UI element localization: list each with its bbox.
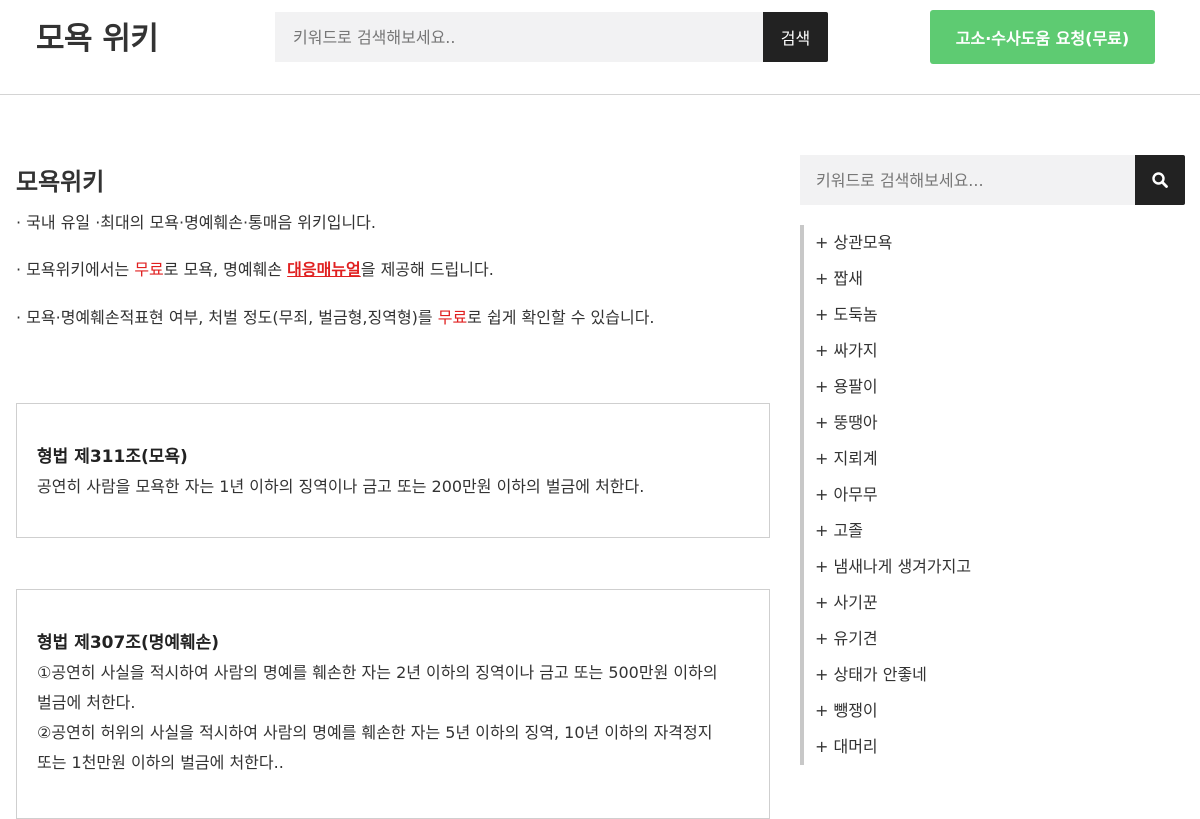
sidebar-item[interactable]: + 상태가 안좋네: [804, 657, 1100, 693]
law-box-defamation: 형법 제307조(명예훼손) ①공연히 사실을 적시하여 사람의 명예를 훼손한…: [16, 589, 770, 819]
main-content: 모욕위키 · 국내 유일 ·최대의 모욕·명예훼손·통매음 위키입니다. · 모…: [16, 150, 770, 819]
free-highlight: 무료: [437, 308, 468, 327]
law-title: 형법 제311조(모욕): [37, 447, 188, 467]
sidebar-item[interactable]: + 도둑놈: [804, 297, 1100, 333]
sidebar-search: [800, 155, 1185, 205]
keyword-list: + 상관모욕 + 짭새 + 도둑놈 + 싸가지 + 용팔이 + 뚱땡아 + 지뢰…: [800, 225, 1100, 765]
manual-link[interactable]: 대응매뉴얼: [287, 260, 361, 279]
header-search: 검색: [275, 12, 828, 62]
law-body-line: ①공연히 사실을 적시하여 사람의 명예를 훼손한 자는 2년 이하의 징역이나…: [37, 663, 718, 682]
sidebar-item[interactable]: + 싸가지: [804, 333, 1100, 369]
sidebar-item[interactable]: + 유기견: [804, 621, 1100, 657]
free-highlight: 무료: [134, 260, 164, 279]
header-search-input[interactable]: [275, 12, 763, 62]
request-help-button[interactable]: 고소·수사도움 요청(무료): [930, 10, 1155, 64]
sidebar-search-button[interactable]: [1135, 155, 1185, 205]
law-body-line: 또는 1천만원 이하의 벌금에 처한다..: [37, 753, 284, 772]
sidebar-item[interactable]: + 용팔이: [804, 369, 1100, 405]
sidebar-item[interactable]: + 대머리: [804, 729, 1100, 765]
intro-line-2-a: · 모욕위키에서는: [16, 260, 135, 279]
sidebar-item[interactable]: + 아무무: [804, 477, 1100, 513]
sidebar-item[interactable]: + 지뢰계: [804, 441, 1100, 477]
intro-line-3-b: 로 쉽게 확인할 수 있습니다.: [467, 308, 655, 327]
header-search-button[interactable]: 검색: [763, 12, 828, 62]
intro-line-3: · 모욕·명예훼손적표현 여부, 처벌 정도(무죄, 벌금형,징역형)를 무료로…: [16, 307, 770, 329]
sidebar-item[interactable]: + 상관모욕: [804, 225, 1100, 261]
page-title: 모욕위키: [16, 168, 105, 196]
sidebar-item[interactable]: + 뺑쟁이: [804, 693, 1100, 729]
search-icon: [1152, 172, 1168, 188]
law-body-line: ②공연히 허위의 사실을 적시하여 사람의 명예를 훼손한 자는 5년 이하의 …: [37, 723, 713, 742]
intro-line-2: · 모욕위키에서는 무료로 모욕, 명예훼손 대응매뉴얼을 제공해 드립니다.: [16, 259, 770, 281]
sidebar-item[interactable]: + 냄새나게 생겨가지고: [804, 549, 1100, 585]
sidebar-search-input[interactable]: [800, 155, 1135, 205]
law-body: 공연히 사람을 모욕한 자는 1년 이하의 징역이나 금고 또는 200만원 이…: [37, 477, 645, 496]
sidebar-item[interactable]: + 짭새: [804, 261, 1100, 297]
law-body-line: 벌금에 처한다.: [37, 693, 136, 712]
intro-line-2-c: 을 제공해 드립니다.: [360, 260, 494, 279]
law-box-insult: 형법 제311조(모욕) 공연히 사람을 모욕한 자는 1년 이하의 징역이나 …: [16, 403, 770, 538]
site-header: 모욕 위키 검색 고소·수사도움 요청(무료): [0, 0, 1200, 95]
site-logo[interactable]: 모욕 위키: [36, 20, 159, 58]
intro-line-3-a: · 모욕·명예훼손적표현 여부, 처벌 정도(무죄, 벌금형,징역형)를: [16, 308, 438, 327]
sidebar-item[interactable]: + 사기꾼: [804, 585, 1100, 621]
intro-line-1: · 국내 유일 ·최대의 모욕·명예훼손·통매음 위키입니다.: [16, 213, 376, 232]
sidebar-item[interactable]: + 뚱땡아: [804, 405, 1100, 441]
intro-text: · 국내 유일 ·최대의 모욕·명예훼손·통매음 위키입니다. · 모욕위키에서…: [16, 212, 770, 329]
law-title: 형법 제307조(명예훼손): [37, 633, 220, 653]
intro-line-2-b: 로 모욕, 명예훼손: [163, 260, 288, 279]
sidebar-item[interactable]: + 고졸: [804, 513, 1100, 549]
